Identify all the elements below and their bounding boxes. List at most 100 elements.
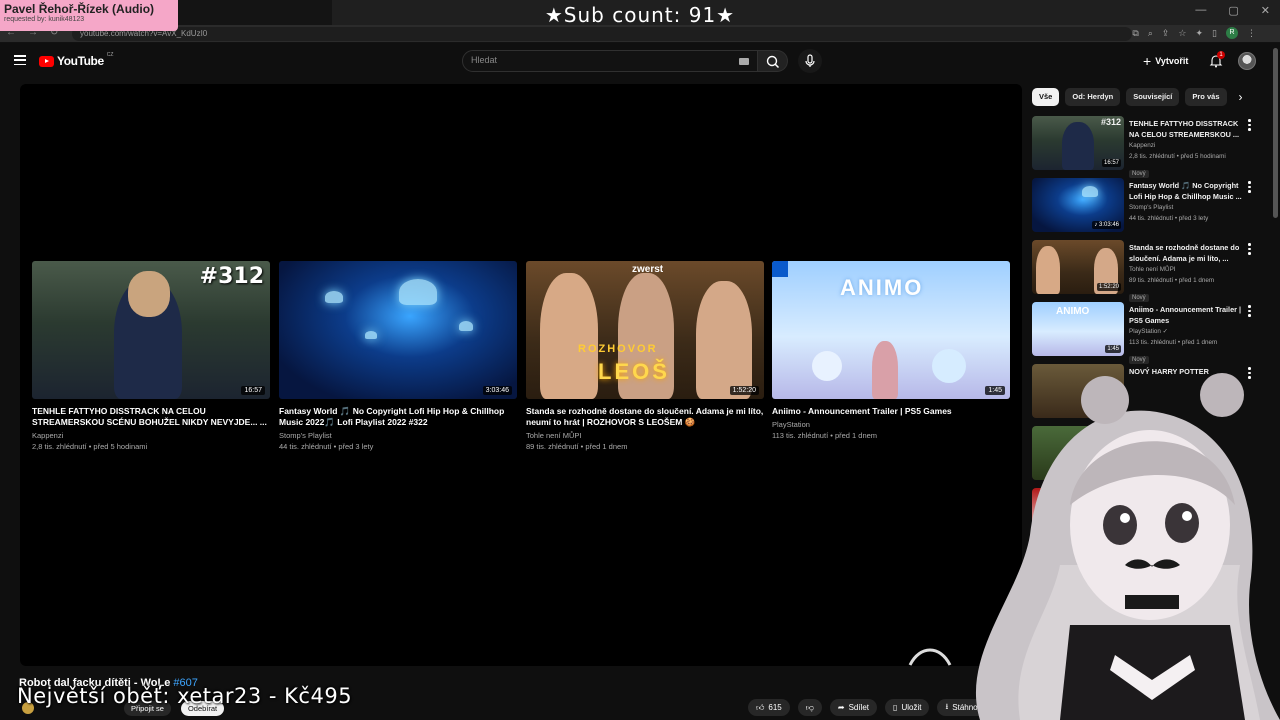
youtube-logo[interactable]: YouTube CZ [39,52,114,68]
new-badge: Nový [1129,294,1149,302]
related-meta: 113 tis. zhlédnutí • před 1 dnem [1129,339,1218,346]
chevron-right-icon[interactable]: › [1239,90,1243,104]
related-video-item[interactable]: 1:52:20 Standa se rozhodně dostane do sl… [1032,240,1258,302]
like-count: 615 [768,703,782,712]
page-scrollbar[interactable] [1273,48,1278,218]
search-button[interactable] [758,50,788,72]
duration-badge: 3:03:46 [482,386,512,395]
thumbnail-big-text: LEOŠ [598,359,670,384]
address-bar: ← → ↻ youtube.com/watch?v=AvX_KdUzI0 ⧉ ⌕… [0,25,1280,43]
card-channel[interactable]: Stomp's Playlist [279,431,517,442]
youtube-header: YouTube CZ Hledat + Vytvořit 1 [0,44,1280,80]
search-input[interactable]: Hledat [462,50,758,72]
video-player[interactable]: #312 16:57 TENHLE FATTYHO DISSTRACK NA C… [20,84,1022,666]
related-channel[interactable]: Tohle není MŮPI [1129,264,1243,275]
thumbnail-face [128,271,170,317]
search-placeholder: Hledat [471,55,498,65]
more-options-icon[interactable] [1248,119,1251,131]
url-field[interactable]: youtube.com/watch?v=AvX_KdUzI0 [72,27,1132,41]
related-title[interactable]: TENHLE FATTYHO DISSTRACK NA CELOU STREAM… [1129,118,1243,140]
chip-all[interactable]: Vše [1032,88,1060,106]
episode-badge: #312 [199,264,264,289]
youtube-play-icon [39,55,54,67]
brand-logo-text: zwerst [632,264,664,275]
related-title[interactable]: Aniimo - Announcement Trailer | PS5 Game… [1129,304,1243,326]
microphone-icon [805,54,815,67]
thumbnail-person [1062,122,1094,170]
card-title[interactable]: Standa se rozhodně dostane do sloučení. … [526,406,764,428]
related-channel[interactable]: Stomp's Playlist [1129,202,1243,213]
more-options-icon[interactable] [1248,243,1251,255]
endscreen-card[interactable]: #312 16:57 TENHLE FATTYHO DISSTRACK NA C… [32,261,270,452]
jellyfish-shape [365,331,377,339]
thumbs-down-icon: 👎︎ [805,702,814,712]
create-button[interactable]: + Vytvořit [1143,53,1188,69]
dislike-button[interactable]: 👎︎ [797,699,822,716]
jellyfish-shape [459,321,473,331]
card-title[interactable]: Fantasy World 🎵 No Copyright Lofi Hip Ho… [279,406,517,428]
user-avatar[interactable] [1238,52,1256,70]
menu-dots-icon[interactable]: ⋮ [1247,28,1256,39]
keyboard-icon[interactable] [739,58,749,65]
chip-from-channel[interactable]: Od: Herdyn [1065,88,1121,106]
video-thumbnail[interactable]: 3:03:46 [279,261,517,399]
related-title[interactable]: Fantasy World 🎵 No Copyright Lofi Hip Ho… [1129,180,1243,202]
thumbs-up-icon: 👍︎ [756,702,765,712]
chip-related[interactable]: Související [1126,88,1180,106]
endscreen-card[interactable]: 3:03:46 Fantasy World 🎵 No Copyright Lof… [279,261,517,452]
related-video-item[interactable]: ♪ 3:03:46 Fantasy World 🎵 No Copyright L… [1032,178,1258,240]
card-channel[interactable]: Kappenzi [32,431,270,442]
profile-avatar[interactable]: R [1226,27,1238,39]
related-channel[interactable]: Kappenzi [1129,140,1243,151]
vtuber-avatar [908,373,1280,720]
jellyfish-shape [399,279,437,305]
related-meta: 44 tis. zhlédnutí • před 3 lety [1129,215,1209,222]
card-meta: 89 tis. zhlédnutí • před 1 dnem [526,441,628,451]
zoom-icon[interactable]: ⌕ [1148,28,1153,39]
card-channel[interactable]: Tohle není MŮPI [526,431,764,442]
card-meta: 44 tis. zhlédnutí • před 3 lety [279,441,374,451]
duration-badge: 1:52:20 [729,386,759,395]
video-thumbnail[interactable]: zwerst ROZHOVOR LEOŠ 1:52:20 [526,261,764,399]
thumbnail-caption: ROZHOVOR [578,343,658,355]
related-thumbnail[interactable]: #312 16:57 [1032,116,1124,170]
menu-icon[interactable] [14,55,26,65]
share-label: Sdílet [848,703,870,712]
related-channel[interactable]: PlayStation ✓ [1129,326,1243,337]
filter-chips: Vše Od: Herdyn Související Pro vás › [1032,88,1243,106]
top-donation-overlay: Největší oběť: xetar23 - Kč495 [17,684,353,708]
extensions-icon[interactable]: ✦ [1196,28,1204,39]
bookmark-star-icon[interactable]: ☆ [1178,28,1186,39]
related-thumbnail[interactable]: ANIMO 1:45 [1032,302,1124,356]
share-icon[interactable]: ⇪ [1162,28,1170,39]
extension-icons: ⧉ ⌕ ⇪ ☆ ✦ ▯ R ⋮ [1132,27,1256,39]
video-thumbnail[interactable]: #312 16:57 [32,261,270,399]
like-button[interactable]: 👍︎ 615 [748,699,790,716]
thumbnail-person [1036,246,1060,294]
sub-count-overlay: ★Sub count: 91★ [544,3,736,27]
logo-country: CZ [106,52,114,58]
create-label: Vytvořit [1155,56,1189,66]
voice-search-button[interactable] [798,49,822,73]
game-logo-text: ANIMO [840,275,924,300]
related-thumbnail[interactable]: 1:52:20 [1032,240,1124,294]
thumbnail-character [872,341,898,399]
thumbnail-person [696,281,752,399]
install-icon[interactable]: ⧉ [1132,28,1138,39]
duration-badge: ♪ 3:03:46 [1092,221,1121,229]
duration-badge: 1:52:20 [1096,283,1121,291]
share-button[interactable]: ➦ Sdílet [829,699,878,716]
more-options-icon[interactable] [1248,305,1251,317]
more-options-icon[interactable] [1248,181,1251,193]
sidepanel-icon[interactable]: ▯ [1212,28,1217,39]
duration-badge: 16:57 [241,386,265,395]
search-icon [766,55,780,69]
related-thumbnail[interactable]: ♪ 3:03:46 [1032,178,1124,232]
related-title[interactable]: Standa se rozhodně dostane do sloučení. … [1129,242,1243,264]
thumbnail-person [540,273,598,399]
endscreen-card[interactable]: zwerst ROZHOVOR LEOŠ 1:52:20 Standa se r… [526,261,764,452]
card-title[interactable]: TENHLE FATTYHO DISSTRACK NA CELOU STREAM… [32,406,270,428]
related-video-item[interactable]: #312 16:57 TENHLE FATTYHO DISSTRACK NA C… [1032,116,1258,178]
plus-icon: + [1143,53,1152,69]
chip-for-you[interactable]: Pro vás [1185,88,1227,106]
